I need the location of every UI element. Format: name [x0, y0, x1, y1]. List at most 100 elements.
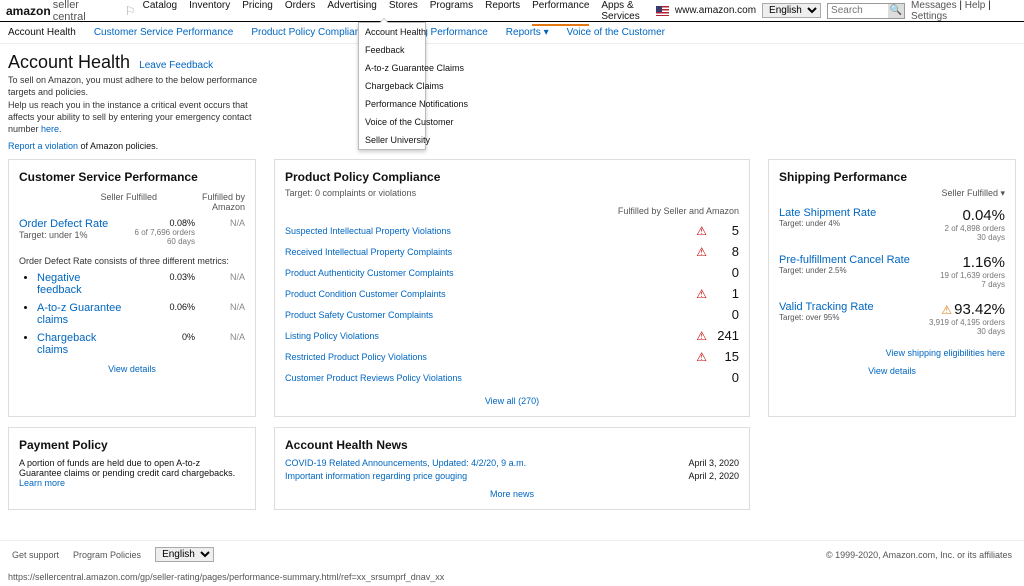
policy-count: 241: [711, 328, 739, 343]
more-news-link[interactable]: More news: [490, 489, 534, 499]
ship-value: 93.42%: [954, 301, 1005, 318]
warning-icon: ⚠: [696, 329, 707, 343]
here-link[interactable]: here: [41, 124, 59, 134]
odr-consists: Order Defect Rate consists of three diff…: [19, 256, 245, 266]
news-date: April 2, 2020: [688, 471, 739, 481]
search-box: 🔍: [827, 3, 905, 19]
warning-icon: ⚠: [696, 224, 707, 238]
policy-count: 8: [711, 244, 739, 259]
dropdown-chargeback-claims[interactable]: Chargeback Claims: [359, 77, 425, 95]
csp-title: Customer Service Performance: [19, 170, 245, 184]
dropdown-seller-university[interactable]: Seller University: [359, 131, 425, 149]
ship-head-toggle[interactable]: Seller Fulfilled ▾: [941, 188, 1005, 199]
brand-sc: seller central: [53, 0, 112, 23]
subnav-reports[interactable]: Reports ▾: [506, 27, 549, 38]
ship-value: 1.16%: [962, 254, 1005, 271]
brand-amazon: amazon: [6, 4, 51, 18]
learn-more-link[interactable]: Learn more: [19, 478, 65, 488]
news-link[interactable]: Important information regarding price go…: [285, 471, 467, 481]
program-policies-link[interactable]: Program Policies: [73, 550, 141, 560]
search-icon[interactable]: 🔍: [888, 4, 904, 18]
status-bar-url: https://sellercentral.amazon.com/gp/sell…: [0, 568, 1024, 586]
report-violation-link[interactable]: Report a violation: [8, 141, 78, 151]
ship-metric-link[interactable]: Valid Tracking Rate: [779, 301, 874, 313]
news-date: April 3, 2020: [688, 458, 739, 468]
subnav-product-policy-compliance[interactable]: Product Policy Compliance: [251, 27, 371, 38]
ship-card: Shipping Performance Seller Fulfilled ▾ …: [768, 159, 1016, 417]
page-title: Account Health: [8, 52, 130, 73]
ship-block: Pre-fulfillment Cancel RateTarget: under…: [779, 254, 1005, 289]
flag-icon[interactable]: ⚐: [121, 4, 138, 18]
dropdown-feedback[interactable]: Feedback: [359, 41, 425, 59]
payment-card: Payment Policy A portion of funds are he…: [8, 427, 256, 510]
warning-icon: ⚠: [696, 350, 707, 364]
topright-settings[interactable]: Settings: [911, 11, 947, 22]
sub-nav: Account Health Customer Service Performan…: [0, 22, 1024, 44]
intro-text-2: Help us reach you in the instance a crit…: [8, 100, 268, 135]
news-card: Account Health News COVID-19 Related Ann…: [274, 427, 750, 510]
csp-view-details[interactable]: View details: [108, 364, 156, 374]
domain-text: www.amazon.com: [675, 5, 756, 16]
get-support-link[interactable]: Get support: [12, 550, 59, 560]
subnav-voice-of-the-customer[interactable]: Voice of the Customer: [567, 27, 665, 38]
topright-help[interactable]: Help: [965, 0, 986, 11]
ship-elig-link[interactable]: View shipping eligibilities here: [886, 348, 1005, 358]
page-header: Account Health Leave Feedback To sell on…: [0, 44, 1024, 159]
ppc-view-all[interactable]: View all (270): [485, 396, 539, 406]
policy-link[interactable]: Customer Product Reviews Policy Violatio…: [285, 373, 711, 383]
dropdown-account-health[interactable]: Account Health: [359, 23, 425, 41]
performance-dropdown: Account HealthFeedbackA-to-z Guarantee C…: [358, 22, 426, 150]
language-select-top[interactable]: English: [762, 3, 821, 18]
payment-text: A portion of funds are held due to open …: [19, 458, 245, 488]
policy-count: 1: [711, 286, 739, 301]
subnav-account-health[interactable]: Account Health: [8, 27, 76, 38]
policy-row: Customer Product Reviews Policy Violatio…: [285, 367, 739, 388]
policy-count: 0: [711, 370, 739, 385]
dropdown-a-to-z-guarantee-claims[interactable]: A-to-z Guarantee Claims: [359, 59, 425, 77]
csp-card: Customer Service Performance Seller Fulf…: [8, 159, 256, 417]
policy-row: Listing Policy Violations⚠ 241: [285, 325, 739, 346]
news-link[interactable]: COVID-19 Related Announcements, Updated:…: [285, 458, 526, 468]
neg-feedback-link[interactable]: Negative feedback: [37, 272, 82, 296]
policy-link[interactable]: Product Condition Customer Complaints: [285, 289, 696, 299]
ship-value: 0.04%: [962, 207, 1005, 224]
policy-count: 0: [711, 307, 739, 322]
policy-count: 0: [711, 265, 739, 280]
policy-row: Product Condition Customer Complaints⚠ 1: [285, 283, 739, 304]
policy-link[interactable]: Restricted Product Policy Violations: [285, 352, 696, 362]
policy-link[interactable]: Received Intellectual Property Complaint…: [285, 247, 696, 257]
odr-link[interactable]: Order Defect Rate: [19, 218, 108, 230]
brand-logo[interactable]: amazon seller central: [6, 0, 111, 23]
atoz-link[interactable]: A-to-z Guarantee claims: [37, 302, 121, 326]
lower-row: Payment Policy A portion of funds are he…: [0, 427, 1024, 524]
policy-link[interactable]: Suspected Intellectual Property Violatio…: [285, 226, 696, 236]
dropdown-voice-of-the-customer[interactable]: Voice of the Customer: [359, 113, 425, 131]
policy-row: Product Safety Customer Complaints0: [285, 304, 739, 325]
policy-link[interactable]: Product Safety Customer Complaints: [285, 310, 711, 320]
news-row: Important information regarding price go…: [285, 471, 739, 481]
chargeback-link[interactable]: Chargeback claims: [37, 332, 96, 356]
news-title: Account Health News: [285, 438, 739, 452]
ship-view-details[interactable]: View details: [868, 366, 916, 376]
warning-icon: ⚠: [696, 287, 707, 301]
warning-icon: ⚠: [696, 245, 707, 259]
warning-icon: ⚠: [941, 303, 952, 317]
ship-block: Valid Tracking RateTarget: over 95%⚠93.4…: [779, 301, 1005, 336]
ship-metric-link[interactable]: Pre-fulfillment Cancel Rate: [779, 254, 910, 266]
ship-metric-link[interactable]: Late Shipment Rate: [779, 207, 876, 219]
policy-row: Product Authenticity Customer Complaints…: [285, 262, 739, 283]
policy-row: Suspected Intellectual Property Violatio…: [285, 220, 739, 241]
policy-link[interactable]: Product Authenticity Customer Complaints: [285, 268, 711, 278]
leave-feedback-link[interactable]: Leave Feedback: [139, 60, 213, 71]
search-input[interactable]: [828, 5, 888, 16]
dropdown-performance-notifications[interactable]: Performance Notifications: [359, 95, 425, 113]
policy-link[interactable]: Listing Policy Violations: [285, 331, 696, 341]
subnav-customer-service-performance[interactable]: Customer Service Performance: [94, 27, 234, 38]
policy-row: Restricted Product Policy Violations⚠ 15: [285, 346, 739, 367]
copyright: © 1999-2020, Amazon.com, Inc. or its aff…: [826, 550, 1012, 560]
topright-messages[interactable]: Messages: [911, 0, 957, 11]
policy-count: 15: [711, 349, 739, 364]
top-right: www.amazon.com English 🔍 Messages | Help…: [656, 0, 1018, 22]
intro-text-1: To sell on Amazon, you must adhere to th…: [8, 75, 268, 98]
odr-value: 0.08%: [123, 218, 195, 228]
